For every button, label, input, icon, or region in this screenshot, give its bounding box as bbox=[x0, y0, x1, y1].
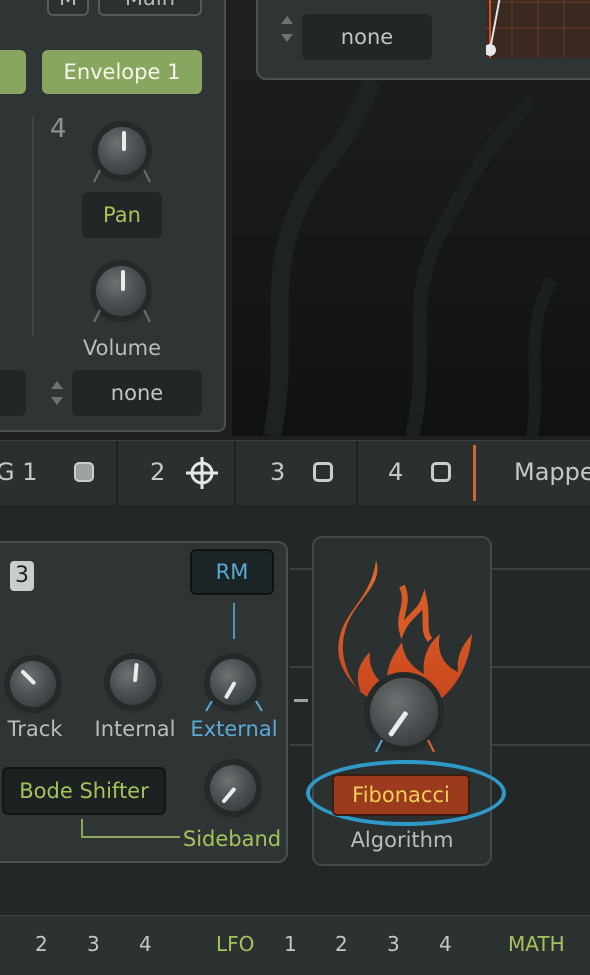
knob-indicator bbox=[122, 130, 126, 151]
tab-eg1-square-icon[interactable] bbox=[74, 462, 94, 482]
tab-separator bbox=[234, 441, 236, 505]
m-button[interactable]: M bbox=[47, 0, 89, 16]
env-2[interactable]: 2 bbox=[35, 932, 48, 956]
tab-4-label[interactable]: 4 bbox=[388, 458, 403, 486]
tab-separator bbox=[356, 441, 358, 505]
track-label: Track bbox=[7, 717, 63, 741]
env-4[interactable]: 4 bbox=[139, 932, 152, 956]
bode-shifter-button[interactable]: Bode Shifter bbox=[2, 767, 166, 815]
lfo-4[interactable]: 4 bbox=[439, 932, 452, 956]
envelope-graph[interactable] bbox=[486, 0, 590, 58]
envelope-panel: none bbox=[256, 0, 590, 80]
modulation-tab-strip: G 1 2 3 4 Mappe bbox=[0, 440, 590, 506]
source-button[interactable] bbox=[0, 50, 26, 94]
external-label: External bbox=[190, 717, 278, 741]
sideband-connector bbox=[81, 819, 180, 838]
pan-knob-ticks bbox=[93, 169, 151, 183]
algorithm-knob[interactable] bbox=[370, 678, 438, 746]
algorithm-knob-ticks bbox=[375, 739, 435, 753]
pan-label[interactable]: Pan bbox=[82, 192, 162, 238]
lfo-label[interactable]: LFO bbox=[216, 932, 254, 956]
tab-eg1-label[interactable]: G 1 bbox=[0, 458, 38, 486]
connector-dash bbox=[294, 699, 308, 702]
internal-knob[interactable] bbox=[110, 659, 156, 705]
main-button[interactable]: Main bbox=[98, 0, 202, 16]
orange-marker bbox=[473, 445, 476, 501]
knob-indicator bbox=[121, 270, 125, 291]
volume-label: Volume bbox=[82, 336, 162, 360]
sideband-label: Sideband bbox=[182, 827, 282, 851]
stepper-arrows-icon[interactable] bbox=[48, 378, 66, 408]
knob-indicator bbox=[223, 681, 237, 700]
background-texture bbox=[263, 80, 558, 436]
modulation-dropdown[interactable]: none bbox=[72, 370, 202, 416]
tab-3-square-icon[interactable] bbox=[313, 462, 333, 482]
math-label[interactable]: MATH bbox=[508, 932, 565, 956]
knob-indicator bbox=[221, 786, 237, 805]
rm-button[interactable]: RM bbox=[190, 549, 274, 595]
env-3[interactable]: 3 bbox=[87, 932, 100, 956]
slot-number: 4 bbox=[50, 114, 67, 144]
lfo-2[interactable]: 2 bbox=[335, 932, 348, 956]
envelope-1-button[interactable]: Envelope 1 bbox=[42, 50, 202, 94]
algorithm-panel: Fibonacci Algorithm bbox=[306, 536, 506, 866]
osc-number-badge: 3 bbox=[10, 561, 34, 591]
knob-indicator bbox=[388, 710, 409, 737]
envelope-dropdown[interactable]: none bbox=[302, 14, 432, 60]
tab-2-label[interactable]: 2 bbox=[150, 458, 165, 486]
internal-label: Internal bbox=[94, 717, 176, 741]
volume-knob-ticks bbox=[93, 309, 151, 323]
tab-separator bbox=[116, 441, 118, 505]
crosshair-icon[interactable] bbox=[186, 457, 218, 489]
tab-4-square-icon[interactable] bbox=[431, 462, 451, 482]
lfo-1[interactable]: 1 bbox=[284, 932, 297, 956]
knob-indicator bbox=[133, 662, 139, 683]
tab-mapper-label[interactable]: Mappe bbox=[514, 458, 590, 486]
lfo-3[interactable]: 3 bbox=[387, 932, 400, 956]
stepper-arrows-icon[interactable] bbox=[278, 12, 296, 46]
tab-3-label[interactable]: 3 bbox=[270, 458, 285, 486]
algorithm-value-button[interactable]: Fibonacci bbox=[332, 774, 470, 816]
divider bbox=[32, 116, 34, 336]
external-knob-ticks bbox=[205, 700, 263, 712]
rm-connector bbox=[233, 603, 235, 639]
voice-panel: M Main Envelope 1 4 Pan Volume none bbox=[0, 0, 226, 432]
modulation-source-bar: 2 3 4 LFO 1 2 3 4 MATH bbox=[0, 915, 590, 975]
left-field[interactable] bbox=[0, 370, 26, 416]
ring-mod-panel: 3 RM Track Internal External Bode Shifte… bbox=[0, 541, 288, 863]
track-knob[interactable] bbox=[10, 661, 56, 707]
knob-indicator bbox=[19, 668, 37, 686]
algorithm-label: Algorithm bbox=[350, 828, 454, 852]
sideband-knob[interactable] bbox=[210, 765, 256, 811]
